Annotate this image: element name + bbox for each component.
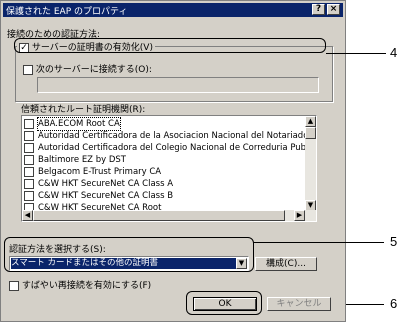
- callout-number-4: 4: [390, 45, 398, 60]
- callout-outline-5: [4, 237, 254, 272]
- fast-reconnect-checkbox[interactable]: [9, 280, 19, 291]
- list-item-checkbox[interactable]: [24, 155, 34, 165]
- callout-leader-5: [254, 242, 384, 243]
- list-vertical-scrollbar[interactable]: ▲ ▼: [305, 116, 316, 211]
- callout-outline-6: [186, 291, 262, 315]
- trusted-ca-list[interactable]: ABA.ECOM Root CA Autoridad Certificadora…: [21, 115, 317, 222]
- list-item-checkbox[interactable]: [24, 167, 34, 177]
- title-bar[interactable]: 保護された EAP のプロパティ ? ×: [3, 3, 343, 17]
- list-item-checkbox[interactable]: [24, 191, 34, 201]
- vertical-scroll-thumb[interactable]: [305, 127, 316, 139]
- connect-servers-row[interactable]: 次のサーバーに接続する(O):: [23, 62, 152, 75]
- servers-input[interactable]: [37, 77, 319, 93]
- fast-reconnect-row[interactable]: すばやい再接続を有効にする(F): [9, 278, 151, 291]
- close-button[interactable]: ×: [327, 4, 340, 15]
- callout-number-6: 6: [390, 296, 398, 311]
- list-item-checkbox[interactable]: [24, 179, 34, 189]
- callout-leader-4: [326, 53, 386, 54]
- list-item-checkbox[interactable]: [24, 143, 34, 153]
- fast-reconnect-label: すばやい再接続を有効にする(F): [21, 281, 152, 291]
- list-item-checkbox[interactable]: [24, 131, 34, 141]
- connect-servers-checkbox[interactable]: [23, 64, 33, 75]
- configure-button[interactable]: 構成(C)...: [255, 257, 317, 271]
- callout-leader-6: [346, 304, 384, 305]
- window-title: 保護された EAP のプロパティ: [6, 7, 128, 17]
- horizontal-scroll-thumb[interactable]: [33, 210, 285, 221]
- scroll-right-icon[interactable]: ▶: [294, 210, 305, 221]
- list-item-checkbox[interactable]: [24, 119, 34, 129]
- cancel-button[interactable]: キャンセル: [267, 297, 331, 311]
- trusted-ca-heading: 信頼されたルート証明機関(R):: [21, 105, 146, 115]
- scroll-up-icon[interactable]: ▲: [305, 116, 316, 127]
- list-horizontal-scrollbar[interactable]: ◀ ▶: [22, 210, 316, 221]
- connect-servers-label: 次のサーバーに接続する(O):: [35, 65, 152, 75]
- callout-outline-4: [14, 38, 326, 53]
- help-button[interactable]: ?: [312, 4, 325, 15]
- callout-number-5: 5: [390, 234, 398, 249]
- scroll-left-icon[interactable]: ◀: [22, 210, 33, 221]
